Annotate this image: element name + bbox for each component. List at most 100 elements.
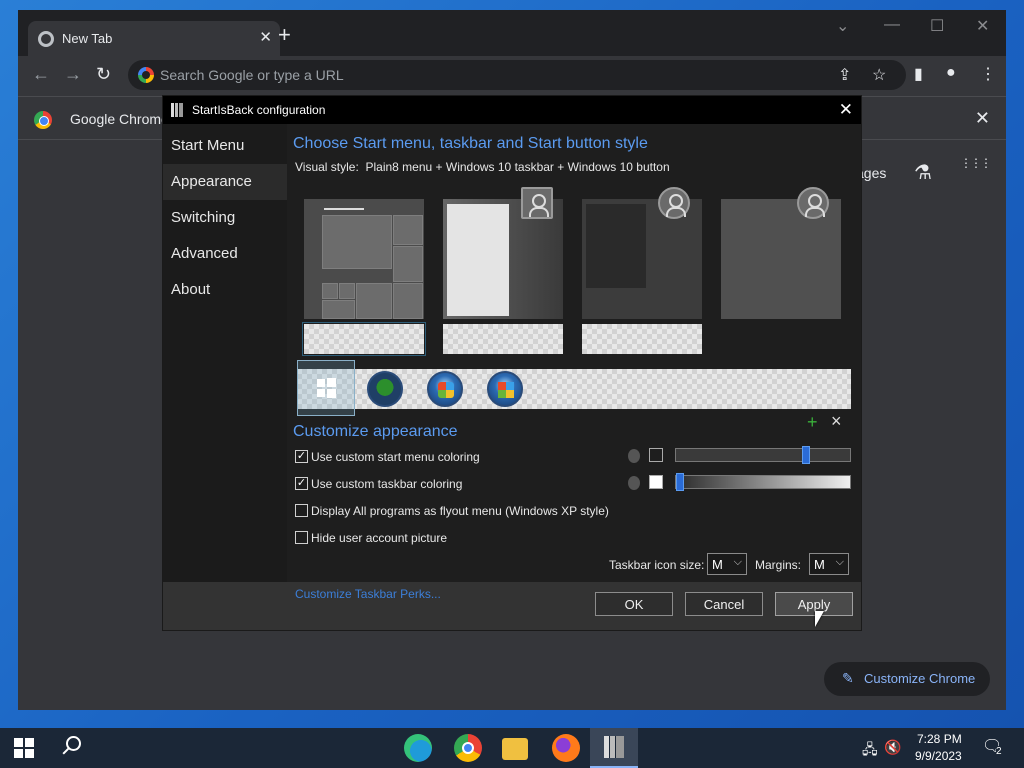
tile <box>322 300 355 319</box>
windows-flag-icon <box>498 382 514 398</box>
chrome-icon[interactable] <box>454 734 482 762</box>
sidebar-item-about[interactable]: About <box>163 272 287 308</box>
chrome-tab-icon <box>38 31 54 47</box>
taskbar-style-1[interactable] <box>302 322 426 356</box>
tile <box>393 246 423 282</box>
customize-chrome-label: Customize Chrome <box>864 671 976 686</box>
start-quad <box>25 749 34 758</box>
chrome-menu-icon[interactable]: ⋮ <box>980 64 996 84</box>
google-apps-icon[interactable]: ⋮⋮⋮ <box>960 157 992 169</box>
start-menu-slider-thumb[interactable] <box>802 446 811 464</box>
sidebar-item-start-menu[interactable]: Start Menu <box>163 128 287 164</box>
ok-button[interactable]: OK <box>595 592 673 616</box>
tile <box>322 215 392 269</box>
sidebar-item-advanced[interactable]: Advanced <box>163 236 287 272</box>
tile <box>393 283 423 319</box>
chevron-down-icon: ⌵ <box>835 556 844 568</box>
taskbar-search-icon[interactable] <box>62 736 84 758</box>
infobar-close-icon[interactable]: ✕ <box>975 108 990 129</box>
startisback-icon <box>604 736 624 758</box>
startisback-app-icon <box>171 103 183 117</box>
omnibox-placeholder: Search Google or type a URL <box>160 67 344 83</box>
maximize-icon[interactable]: ☐ <box>930 16 944 36</box>
chrome-toolbar: ← → ↻ Search Google or type a URL ⇪ ☆ ▮ … <box>18 56 1006 94</box>
dialog-sidebar: Start Menu Appearance Switching Advanced… <box>163 124 287 582</box>
user-avatar-icon <box>797 187 829 219</box>
forward-icon[interactable]: → <box>64 64 82 85</box>
side-panel-icon[interactable]: ▮ <box>914 64 923 84</box>
start-menu-opacity-slider[interactable] <box>675 446 851 464</box>
taskbar-icon-size-select[interactable]: M ⌵ <box>707 553 747 575</box>
start-quad <box>14 738 23 747</box>
file-explorer-icon[interactable] <box>502 738 528 760</box>
bookmark-star-icon[interactable]: ☆ <box>872 65 886 85</box>
start-button-win7-orb[interactable] <box>427 371 463 407</box>
taskbar-opacity-slider[interactable] <box>675 473 851 491</box>
start-button-win10-selected[interactable] <box>297 360 355 416</box>
reload-icon[interactable]: ↻ <box>96 64 111 85</box>
network-icon[interactable]: 🖧 <box>862 739 878 763</box>
firefox-icon[interactable] <box>552 734 580 762</box>
customize-chrome-button[interactable]: ✎ Customize Chrome <box>824 662 990 696</box>
menu-dark-pane <box>586 204 646 288</box>
taskbar-slider-thumb[interactable] <box>676 473 684 491</box>
start-quad <box>14 749 23 758</box>
windows-start-icon[interactable] <box>14 738 34 758</box>
close-window-icon[interactable]: ✕ <box>976 16 989 36</box>
start-button-vista-orb[interactable] <box>487 371 523 407</box>
remove-button-icon[interactable]: × <box>831 411 842 432</box>
omnibox[interactable]: Search Google or type a URL ⇪ ☆ <box>128 60 906 90</box>
start-menu-color-swatch[interactable] <box>649 448 663 462</box>
start-menu-style-windows10[interactable] <box>582 187 702 319</box>
start-win10-icon-part <box>317 389 325 397</box>
apply-button[interactable]: Apply <box>775 592 853 616</box>
startisback-taskbar-button[interactable] <box>590 728 638 768</box>
flyout-menu-checkbox[interactable] <box>295 504 308 517</box>
taskbar-style-2[interactable] <box>443 324 563 354</box>
notification-count-badge: 2 <box>996 746 1002 757</box>
hide-user-picture-checkbox[interactable] <box>295 531 308 544</box>
start-win10-icon-part <box>327 389 336 398</box>
custom-taskbar-coloring-checkbox[interactable]: ✓ <box>295 477 308 490</box>
start-menu-style-windows10-alt[interactable] <box>721 187 841 319</box>
style-heading: Choose Start menu, taskbar and Start but… <box>293 135 648 152</box>
new-tab-plus-icon[interactable]: + <box>278 22 291 48</box>
cancel-button[interactable]: Cancel <box>685 592 763 616</box>
clock-time[interactable]: 7:28 PM <box>917 732 962 746</box>
labs-flask-icon[interactable]: ⚗ <box>914 160 932 185</box>
taskbar-color-drop-icon[interactable] <box>628 476 640 490</box>
tab-search-chevron-icon[interactable]: ⌄ <box>836 16 849 36</box>
taskbar-style-3[interactable] <box>582 324 702 354</box>
tile <box>322 283 338 299</box>
check-mark-icon: ✓ <box>296 477 307 489</box>
custom-start-menu-coloring-label: Use custom start menu coloring <box>311 450 480 464</box>
start-menu-style-plain8[interactable] <box>304 199 424 319</box>
add-button-icon[interactable]: + <box>807 412 818 433</box>
dialog-close-icon[interactable]: ✕ <box>839 100 853 120</box>
chrome-titlebar: New Tab ✕ + ⌄ — ☐ ✕ <box>18 10 1006 56</box>
taskbar-color-swatch[interactable] <box>649 475 663 489</box>
dialog-title: StartIsBack configuration <box>192 103 326 117</box>
visual-style-text: Visual style: Plain8 menu + Windows 10 t… <box>295 160 670 174</box>
visual-style-label: Visual style: <box>295 160 359 174</box>
minimize-icon[interactable]: — <box>884 16 900 34</box>
start-button-clover-orb[interactable] <box>367 371 403 407</box>
start-menu-color-drop-icon[interactable] <box>628 449 640 463</box>
custom-start-menu-coloring-checkbox[interactable]: ✓ <box>295 450 308 463</box>
windows-taskbar: 🖧 🔇 7:28 PM 9/9/2023 🗨 2 <box>0 728 1024 768</box>
volume-muted-icon[interactable]: 🔇 <box>884 739 901 756</box>
sidebar-item-switching[interactable]: Switching <box>163 200 287 236</box>
edge-icon[interactable] <box>404 734 432 762</box>
start-win10-icon-part <box>327 378 336 387</box>
clock-date[interactable]: 9/9/2023 <box>915 749 962 763</box>
tab-new-tab[interactable]: New Tab ✕ <box>28 21 280 56</box>
tile <box>339 283 355 299</box>
back-icon[interactable]: ← <box>32 64 50 85</box>
sidebar-item-appearance[interactable]: Appearance <box>163 164 287 200</box>
profile-icon[interactable]: ● <box>946 64 956 82</box>
share-icon[interactable]: ⇪ <box>838 65 851 85</box>
customize-taskbar-perks-link[interactable]: Customize Taskbar Perks... <box>295 587 441 601</box>
start-menu-style-windows7[interactable] <box>443 187 563 319</box>
margins-select[interactable]: M ⌵ <box>809 553 849 575</box>
tab-close-icon[interactable]: ✕ <box>259 28 272 46</box>
